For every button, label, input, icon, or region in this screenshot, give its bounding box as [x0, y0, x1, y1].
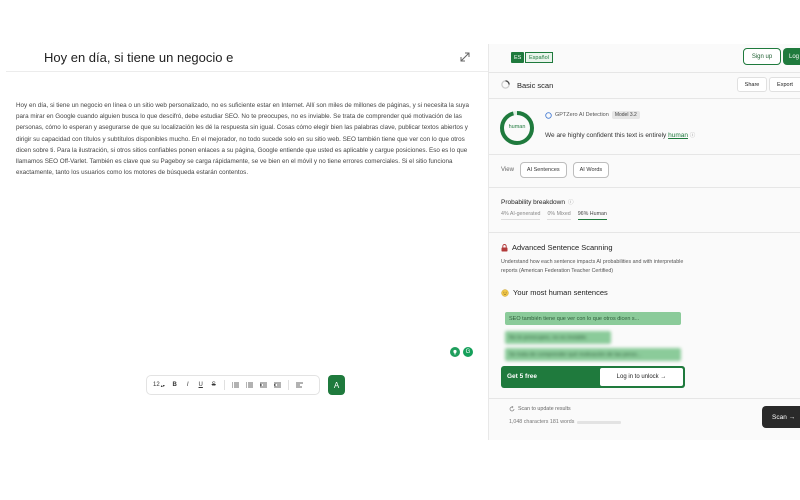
scan-button[interactable]: Scan →	[762, 406, 800, 428]
spellcheck-button[interactable]: A	[328, 375, 345, 395]
font-size-value: 12	[153, 382, 160, 388]
advanced-scanning-title: Advanced Sentence Scanning	[501, 243, 613, 252]
confidence-text: We are highly confident this text is ent…	[545, 132, 667, 139]
get-free-text: Get 5 free	[507, 373, 537, 380]
bullet-list-icon	[231, 382, 239, 388]
gptzero-logo-icon	[545, 111, 552, 119]
document-title[interactable]: Hoy en día, si tiene un negocio e	[44, 50, 233, 65]
underline-button[interactable]: U	[198, 382, 204, 388]
character-count-bar	[577, 421, 621, 424]
font-size-select[interactable]: 12 ▴▾	[153, 382, 165, 388]
most-human-text: Your most human sentences	[513, 288, 608, 297]
advanced-title-text: Advanced Sentence Scanning	[512, 243, 613, 252]
expand-icon	[460, 52, 470, 62]
refresh-icon	[509, 406, 515, 412]
document-body[interactable]: Hoy en día, si tiene un negocio en línea…	[16, 100, 476, 178]
panel-divider	[489, 232, 800, 233]
login-button[interactable]: Log	[783, 48, 800, 65]
info-icon[interactable]: ⓘ	[568, 198, 574, 206]
view-toggle-row: View AI Sentences AI Words	[501, 162, 610, 178]
basic-scan-header: Basic scan Share Export	[489, 74, 800, 96]
align-button[interactable]	[295, 382, 303, 388]
signup-button[interactable]: Sign up	[743, 48, 781, 65]
editor-side-icons: G	[450, 347, 473, 357]
probability-breakdown-title: Probability breakdown ⓘ	[501, 198, 574, 207]
update-text: Scan to update results	[518, 406, 571, 412]
expand-button[interactable]	[456, 48, 474, 66]
italic-button[interactable]: I	[185, 382, 191, 388]
language-code[interactable]: ES	[511, 52, 525, 63]
panel-divider	[489, 154, 800, 155]
confidence-result[interactable]: human	[668, 132, 688, 139]
advanced-description: Understand how each sentence impacts AI …	[501, 259, 684, 274]
detection-panel: ES Español Sign up Log Basic scan Share …	[488, 44, 800, 440]
probability-title-text: Probability breakdown	[501, 198, 565, 206]
loading-icon	[501, 80, 510, 89]
human-sentence-locked: No te preocupes, no es inviable.	[505, 331, 611, 344]
detector-name: GPTZero AI Detection	[555, 112, 609, 118]
upgrade-cta: Get 5 free Log in to unlock →	[501, 366, 685, 388]
outdent-button[interactable]	[273, 382, 281, 388]
share-button[interactable]: Share	[737, 77, 767, 92]
panel-divider	[489, 187, 800, 188]
bold-button[interactable]: B	[172, 382, 178, 388]
prob-mixed[interactable]: 0% Mixed	[547, 211, 571, 220]
basic-scan-title: Basic scan	[517, 81, 554, 90]
language-name[interactable]: Español	[525, 52, 553, 63]
character-count: 1,048 characters 181 words	[509, 419, 575, 425]
strikethrough-button[interactable]: S	[211, 382, 217, 388]
ai-words-button[interactable]: AI Words	[572, 162, 610, 178]
most-human-title: Your most human sentences	[501, 288, 608, 297]
indent-icon	[259, 382, 267, 388]
numbered-list-button[interactable]	[245, 382, 253, 388]
confidence-statement: We are highly confident this text is ent…	[545, 131, 695, 139]
probability-tabs: 4% AI-generated 0% Mixed 96% Human	[501, 211, 607, 220]
spellcheck-icon: A	[333, 380, 340, 390]
stepper-icon: ▴▾	[160, 382, 165, 388]
editor-divider	[6, 71, 488, 72]
detector-line: GPTZero AI Detection Model 3.2	[545, 111, 640, 119]
human-sentence-locked: Se trata de comprender qué motivación de…	[505, 348, 681, 361]
view-label: View	[501, 167, 514, 173]
info-icon[interactable]: ⓘ	[690, 133, 696, 139]
scan-update-hint: Scan to update results	[509, 406, 571, 412]
export-button[interactable]: Export	[769, 77, 800, 92]
bullet-list-button[interactable]	[231, 382, 239, 388]
panel-divider	[489, 72, 800, 73]
grammarly-icon[interactable]: G	[463, 347, 473, 357]
lock-icon	[501, 243, 508, 251]
login-to-unlock-button[interactable]: Log in to unlock →	[599, 367, 684, 387]
outdent-icon	[273, 382, 281, 388]
panel-divider	[489, 398, 800, 399]
panel-topbar: ES Español Sign up Log	[489, 44, 800, 72]
indent-button[interactable]	[259, 382, 267, 388]
toolbar-separator	[287, 380, 289, 390]
toolbar-separator	[223, 380, 225, 390]
smiley-icon	[501, 288, 509, 297]
format-toolbar: 12 ▴▾ B I U S	[146, 375, 320, 395]
align-left-icon	[295, 382, 303, 388]
panel-divider	[489, 98, 800, 99]
model-badge: Model 3.2	[611, 111, 640, 119]
bulb-icon[interactable]	[450, 347, 460, 357]
numbered-list-icon	[245, 382, 253, 388]
prob-ai-generated[interactable]: 4% AI-generated	[501, 211, 541, 220]
human-sentence: SEO también tiene que ver con lo que otr…	[505, 312, 681, 325]
gauge-label: human	[508, 124, 526, 130]
ai-sentences-button[interactable]: AI Sentences	[519, 162, 567, 178]
document-editor: Hoy en día, si tiene un negocio e Hoy en…	[0, 38, 488, 440]
prob-human[interactable]: 96% Human	[577, 211, 607, 220]
